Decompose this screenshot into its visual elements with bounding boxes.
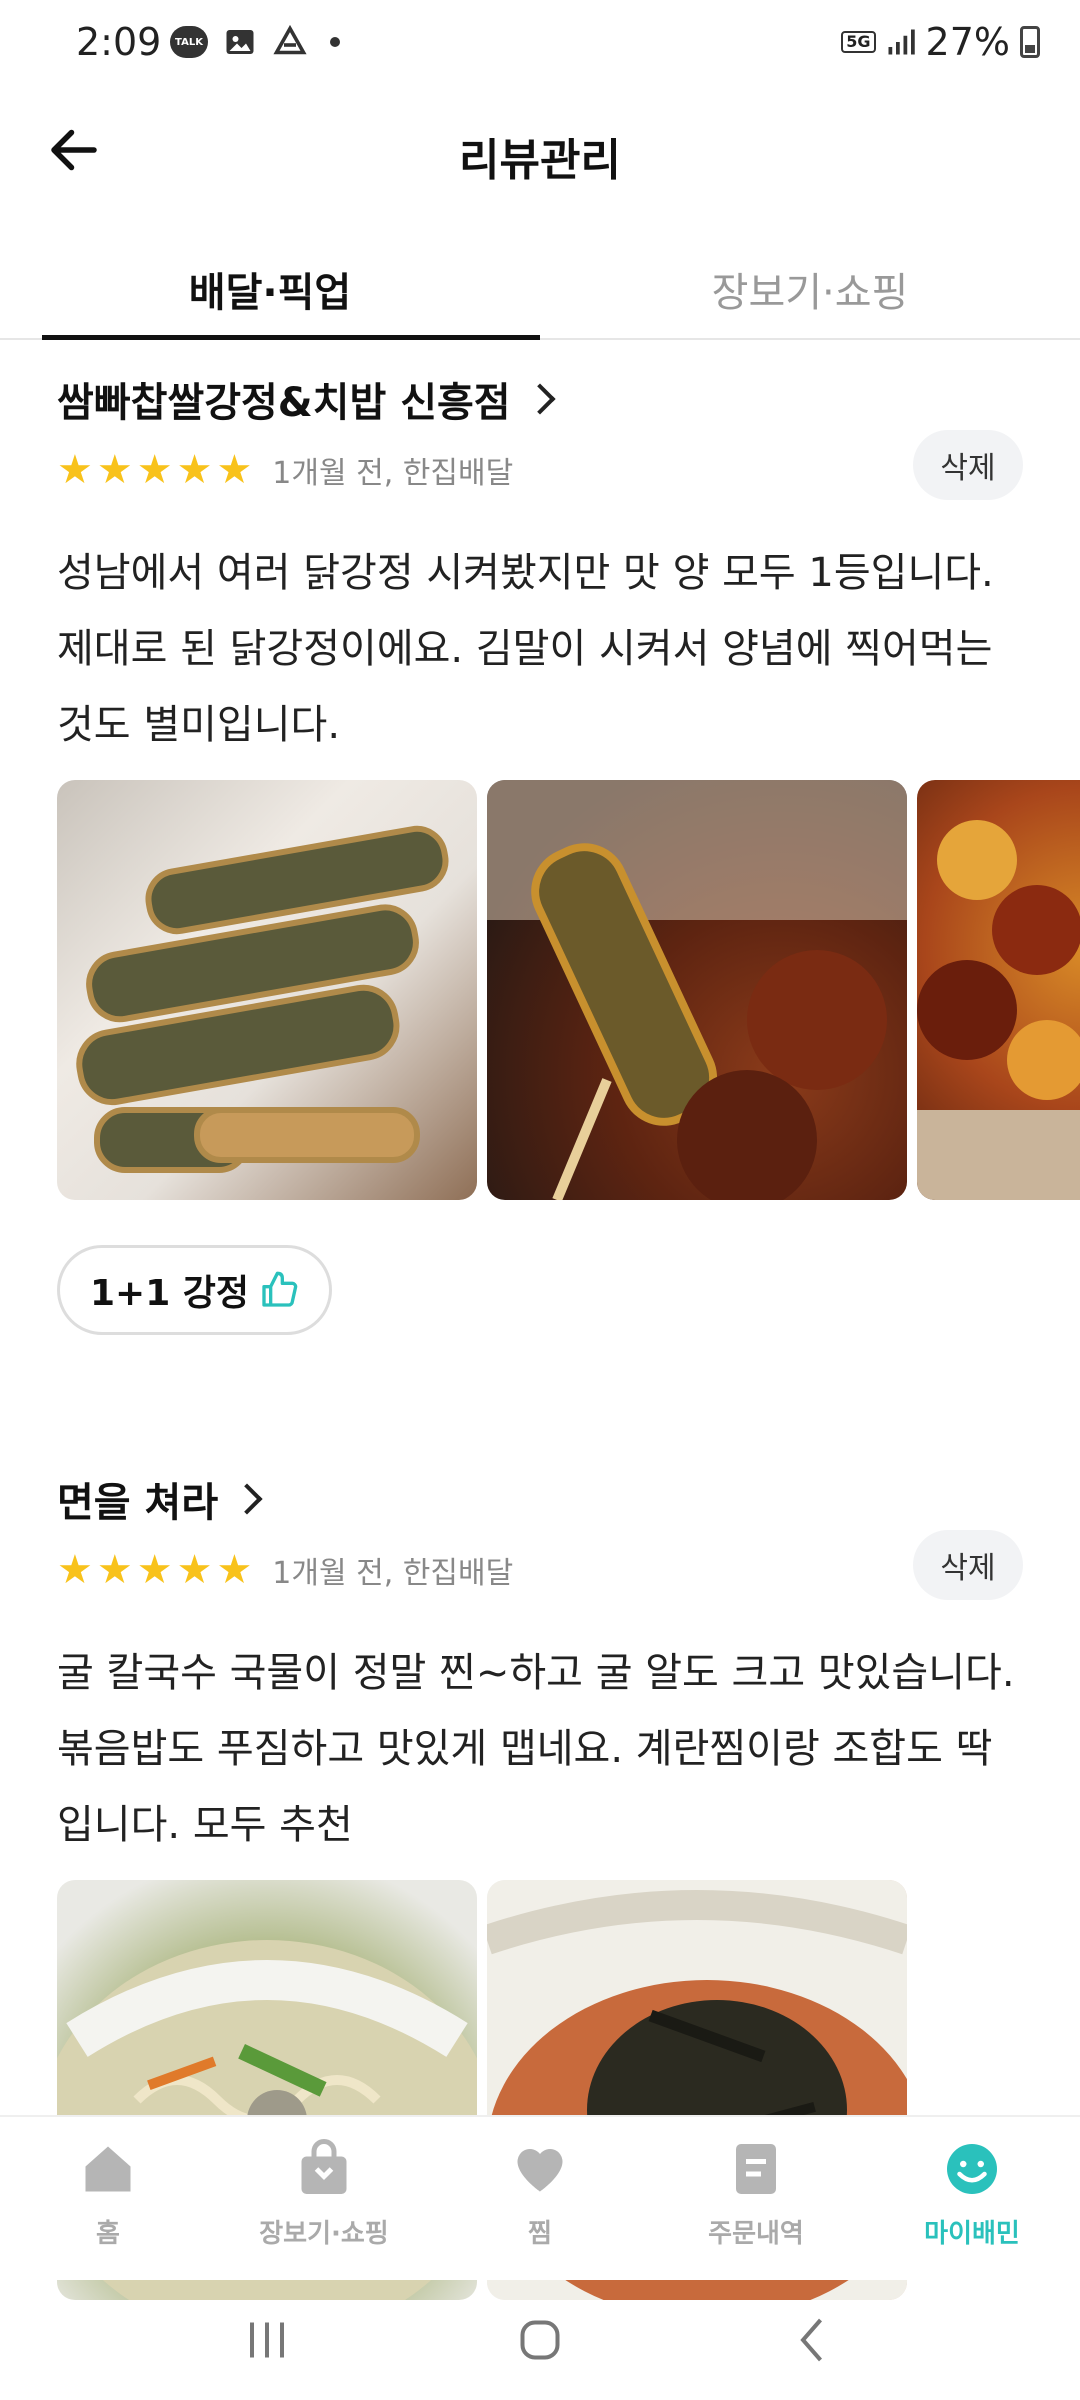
rating-row: ★ ★ ★ ★ ★ 1개월 전, 한집배달 bbox=[57, 1548, 513, 1592]
nav-my-baemin[interactable]: 마이배민 bbox=[864, 2117, 1080, 2280]
rating-row: ★ ★ ★ ★ ★ 1개월 전, 한집배달 bbox=[57, 448, 513, 492]
star-rating: ★ ★ ★ ★ ★ bbox=[57, 1550, 252, 1590]
photo-skewer bbox=[487, 780, 907, 1200]
store-name: 쌈빠찹쌀강정&치밥 신흥점 bbox=[57, 380, 511, 426]
nav-label: 찜 bbox=[528, 2219, 552, 2249]
review-photo[interactable] bbox=[57, 780, 477, 1200]
chevron-right-icon bbox=[524, 383, 556, 415]
nav-label: 주문내역 bbox=[708, 2219, 804, 2249]
menu-chip-label: 1+1 강정 bbox=[90, 1273, 250, 1314]
nav-label: 홈 bbox=[96, 2219, 120, 2249]
nav-favorites[interactable]: 찜 bbox=[432, 2117, 648, 2280]
tab-delivery-pickup[interactable]: 배달·픽업 bbox=[0, 240, 540, 340]
photo-kimmari bbox=[76, 825, 449, 1173]
nav-home[interactable]: 홈 bbox=[0, 2117, 216, 2280]
star-icon: ★ bbox=[57, 1547, 93, 1593]
star-icon: ★ bbox=[57, 447, 93, 493]
tab-bar: 배달·픽업 장보기·쇼핑 bbox=[0, 240, 1080, 340]
star-icon: ★ bbox=[176, 447, 213, 493]
system-back-icon[interactable] bbox=[783, 2310, 843, 2370]
heart-icon bbox=[517, 2149, 563, 2192]
system-navigation bbox=[0, 2280, 1080, 2400]
nav-shopping[interactable]: 장보기·쇼핑 bbox=[216, 2117, 432, 2280]
star-icon: ★ bbox=[216, 447, 253, 493]
review-text: 성남에서 여러 닭강정 시켜봤지만 맛 양 모두 1등입니다. 제대로 된 닭강… bbox=[57, 550, 994, 748]
star-rating: ★ ★ ★ ★ ★ bbox=[57, 450, 252, 490]
review-text: 굴 칼국수 국물이 정말 찐~하고 굴 알도 크고 맛있습니다. 볶음밥도 푸짐… bbox=[57, 1650, 1015, 1848]
star-icon: ★ bbox=[136, 1547, 173, 1593]
bottom-navigation: 홈 장보기·쇼핑 찜 주문내역 마이배민 bbox=[0, 2115, 1080, 2280]
star-icon: ★ bbox=[136, 447, 173, 493]
nav-label: 장보기·쇼핑 bbox=[259, 2219, 389, 2249]
status-right: 5G 27% bbox=[841, 20, 1040, 64]
delete-button[interactable]: 삭제 bbox=[913, 1530, 1023, 1600]
signal-icon bbox=[888, 29, 915, 55]
menu-recommend-chip[interactable]: 1+1 강정 bbox=[57, 1245, 333, 1335]
store-name: 면을 쳐라 bbox=[57, 1480, 219, 1526]
status-bar: 2:09 TALK 5G 27% bbox=[0, 0, 1080, 90]
thumbs-up-icon bbox=[262, 1271, 298, 1307]
review-photo[interactable] bbox=[917, 780, 1080, 1200]
review-photos[interactable] bbox=[57, 780, 1080, 1200]
chevron-right-icon bbox=[231, 1483, 263, 1515]
store-name-link[interactable]: 면을 쳐라 bbox=[57, 1470, 263, 1528]
more-notifications-dot bbox=[330, 37, 340, 47]
kakaotalk-icon: TALK bbox=[170, 26, 208, 58]
network-5g-icon: 5G bbox=[841, 31, 876, 53]
nav-label: 마이배민 bbox=[924, 2219, 1020, 2249]
star-icon: ★ bbox=[176, 1547, 213, 1593]
review-meta: 1개월 전, 한집배달 bbox=[272, 1556, 514, 1591]
drive-icon bbox=[273, 24, 307, 55]
shopping-bag-icon bbox=[301, 2139, 347, 2194]
review-photo[interactable] bbox=[487, 780, 907, 1200]
nav-orders[interactable]: 주문내역 bbox=[648, 2117, 864, 2280]
home-button-icon[interactable] bbox=[510, 2310, 570, 2370]
tab-grocery-shopping[interactable]: 장보기·쇼핑 bbox=[540, 240, 1080, 338]
review-meta: 1개월 전, 한집배달 bbox=[272, 456, 514, 491]
battery-percent: 27% bbox=[925, 20, 1010, 64]
battery-icon bbox=[1020, 26, 1040, 58]
store-name-link[interactable]: 쌈빠찹쌀강정&치밥 신흥점 bbox=[57, 370, 556, 428]
photo-gangjeong bbox=[917, 820, 1080, 1200]
receipt-icon bbox=[736, 2144, 776, 2194]
notification-icons: TALK bbox=[170, 24, 340, 60]
smile-icon bbox=[947, 2144, 997, 2194]
app-header: 리뷰관리 bbox=[0, 100, 1080, 210]
gallery-icon bbox=[226, 30, 254, 54]
star-icon: ★ bbox=[216, 1547, 253, 1593]
home-icon bbox=[85, 2146, 131, 2192]
page-title: 리뷰관리 bbox=[459, 135, 621, 186]
status-time: 2:09 bbox=[76, 20, 162, 64]
recent-apps-icon[interactable] bbox=[237, 2310, 297, 2370]
star-icon: ★ bbox=[96, 447, 133, 493]
delete-button[interactable]: 삭제 bbox=[913, 430, 1023, 500]
star-icon: ★ bbox=[96, 1547, 133, 1593]
